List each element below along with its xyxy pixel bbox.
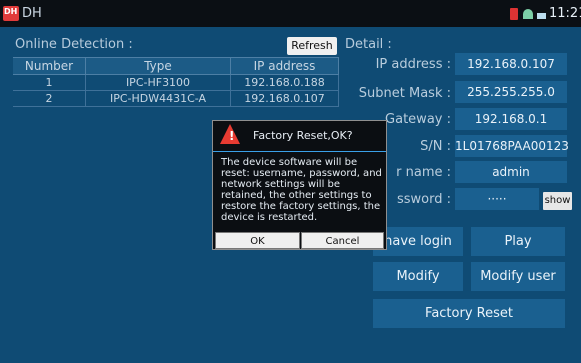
cell-type: IPC-HDW4431C-A — [86, 91, 231, 106]
cell-ip: 192.168.0.188 — [231, 75, 339, 90]
factory-reset-dialog: ! Factory Reset,OK? The device software … — [212, 120, 387, 250]
user-name-field[interactable]: admin — [455, 161, 567, 183]
table-header: Number Type IP address — [13, 57, 339, 75]
notification-icon — [510, 8, 518, 20]
column-ip-address[interactable]: IP address — [231, 58, 339, 74]
app-badge-text: DH — [4, 7, 18, 16]
table-row[interactable]: 2 IPC-HDW4431C-A 192.168.0.107 — [13, 91, 339, 107]
wifi-icon — [523, 9, 533, 19]
online-detection-title: Online Detection : — [15, 37, 133, 52]
clock: 11:21:40 — [549, 6, 581, 21]
cancel-button[interactable]: Cancel — [301, 232, 384, 249]
cell-number: 1 — [13, 75, 86, 90]
factory-reset-button[interactable]: Factory Reset — [373, 299, 565, 328]
modify-user-button[interactable]: Modify user — [471, 262, 565, 291]
ip-address-label: IP address : — [375, 57, 451, 72]
dialog-title: Factory Reset,OK? — [253, 129, 353, 142]
battery-icon — [537, 13, 546, 19]
app-title: DH — [22, 6, 42, 21]
app-icon: DH — [3, 6, 19, 21]
refresh-button[interactable]: Refresh — [287, 37, 337, 55]
cell-number: 2 — [13, 91, 86, 106]
warning-exclamation-icon: ! — [229, 129, 235, 143]
subnet-mask-field[interactable]: 255.255.255.0 — [455, 81, 567, 103]
modify-network-button[interactable]: Modify network — [373, 262, 463, 313]
show-password-button[interactable]: show — [543, 192, 572, 210]
ip-address-field[interactable]: 192.168.0.107 — [455, 53, 567, 75]
column-type[interactable]: Type — [86, 58, 231, 74]
detail-title: Detail : — [345, 37, 392, 52]
ok-button[interactable]: OK — [215, 232, 300, 249]
dialog-message: The device software will be reset: usern… — [221, 157, 382, 223]
cell-type: IPC-HF3100 — [86, 75, 231, 90]
column-number[interactable]: Number — [13, 58, 86, 74]
status-bar: DH DH 11:21:40 — [0, 0, 581, 27]
sn-field[interactable]: 1L01768PAA00123 — [455, 135, 569, 157]
subnet-mask-label: Subnet Mask : — [358, 86, 451, 101]
dialog-divider — [213, 151, 386, 152]
play-button[interactable]: Play — [471, 227, 565, 256]
table-row[interactable]: 1 IPC-HF3100 192.168.0.188 — [13, 75, 339, 91]
password-field[interactable]: ····· — [455, 188, 539, 210]
gateway-field[interactable]: 192.168.0.1 — [455, 108, 567, 130]
cell-ip: 192.168.0.107 — [231, 91, 339, 106]
